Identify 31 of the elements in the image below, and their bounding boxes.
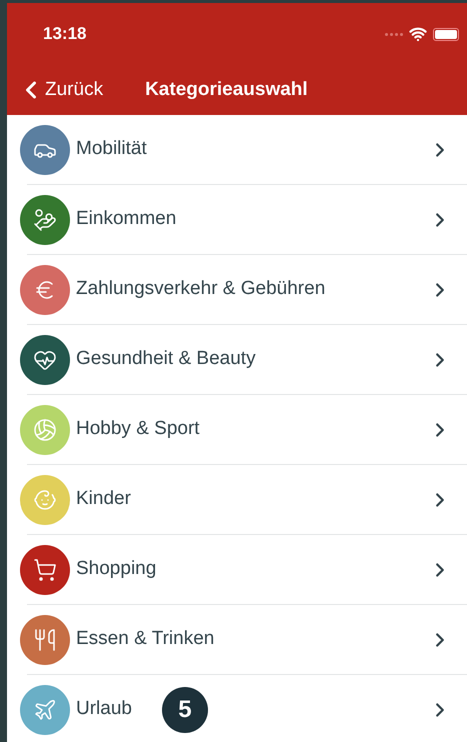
category-label: Urlaub [76, 697, 132, 722]
baby-icon [33, 488, 57, 512]
category-row[interactable]: Zahlungsverkehr & Gebühren [7, 255, 467, 324]
count-badge: 5 [162, 686, 208, 732]
ball-icon [33, 418, 57, 442]
signal-icon [385, 32, 403, 36]
category-row[interactable]: Hobby & Sport [7, 395, 467, 464]
category-row[interactable]: Kinder [7, 465, 467, 534]
wifi-icon [409, 25, 427, 43]
plane-icon [33, 698, 57, 722]
battery-icon [433, 28, 459, 40]
category-row[interactable]: Urlaub 5 [7, 675, 467, 742]
back-button[interactable]: Zurück [7, 76, 104, 104]
category-label: Kinder [76, 487, 131, 512]
page-title: Kategorieauswahl [145, 78, 308, 102]
hand-coin-icon [33, 208, 57, 232]
category-label: Hobby & Sport [76, 417, 200, 442]
category-label: Gesundheit & Beauty [76, 347, 256, 372]
status-time: 13:18 [43, 23, 86, 46]
cutlery-icon [33, 628, 57, 652]
cart-icon [33, 558, 57, 582]
category-label: Mobilität [76, 137, 147, 162]
category-row[interactable]: Einkommen [7, 185, 467, 254]
category-row[interactable]: Gesundheit & Beauty [7, 325, 467, 394]
category-row[interactable]: Mobilität [7, 115, 467, 184]
category-row[interactable]: Shopping [7, 535, 467, 604]
category-label: Zahlungsverkehr & Gebühren [76, 277, 326, 302]
category-label: Shopping [76, 557, 156, 582]
category-label: Essen & Trinken [76, 627, 214, 652]
category-label: Einkommen [76, 207, 176, 232]
category-row[interactable]: Essen & Trinken [7, 605, 467, 674]
